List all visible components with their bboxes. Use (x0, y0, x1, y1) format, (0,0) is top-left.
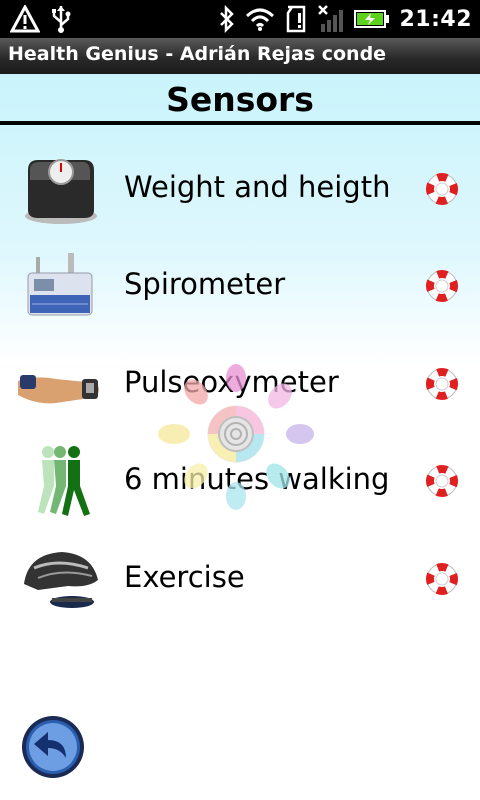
sensor-label: Weight and heigth (124, 170, 391, 204)
lifebuoy-help-icon[interactable] (424, 561, 460, 597)
page-title: Sensors (166, 80, 314, 119)
clock: 21:42 (399, 6, 472, 32)
screen-header: Sensors (0, 74, 480, 122)
usb-icon (52, 6, 71, 33)
lifebuoy-help-icon[interactable] (424, 171, 460, 207)
spirometer-icon (27, 253, 93, 316)
sensor-item-spirometer[interactable]: Spirometer (0, 241, 480, 331)
warning-icon (10, 5, 40, 33)
sd-card-icon (287, 5, 306, 33)
lifebuoy-help-icon[interactable] (424, 268, 460, 304)
cycling-helmet-icon (24, 552, 98, 608)
header-divider (0, 121, 480, 125)
lifebuoy-help-icon[interactable] (424, 366, 460, 402)
sensor-item-exercise[interactable]: Exercise (0, 534, 480, 624)
battery-charging-icon (354, 10, 390, 28)
sensor-item-weight[interactable]: Weight and heigth (0, 144, 480, 234)
scale-icon (25, 159, 97, 224)
pulse-oximeter-icon (18, 375, 99, 404)
back-button[interactable] (20, 714, 86, 780)
app-title: Health Genius - Adrián Rejas conde (8, 43, 387, 65)
bluetooth-icon (220, 5, 235, 33)
sensor-label: Spirometer (124, 267, 286, 301)
lifebuoy-help-icon[interactable] (424, 463, 460, 499)
app-title-bar: Health Genius - Adrián Rejas conde (0, 38, 480, 75)
no-signal-icon (318, 5, 344, 32)
status-bar: 21:42 (0, 0, 480, 38)
walking-person-icon (38, 446, 90, 516)
sensor-label: Exercise (124, 560, 245, 594)
wifi-icon (246, 8, 275, 31)
loading-spinner-icon (158, 364, 314, 510)
